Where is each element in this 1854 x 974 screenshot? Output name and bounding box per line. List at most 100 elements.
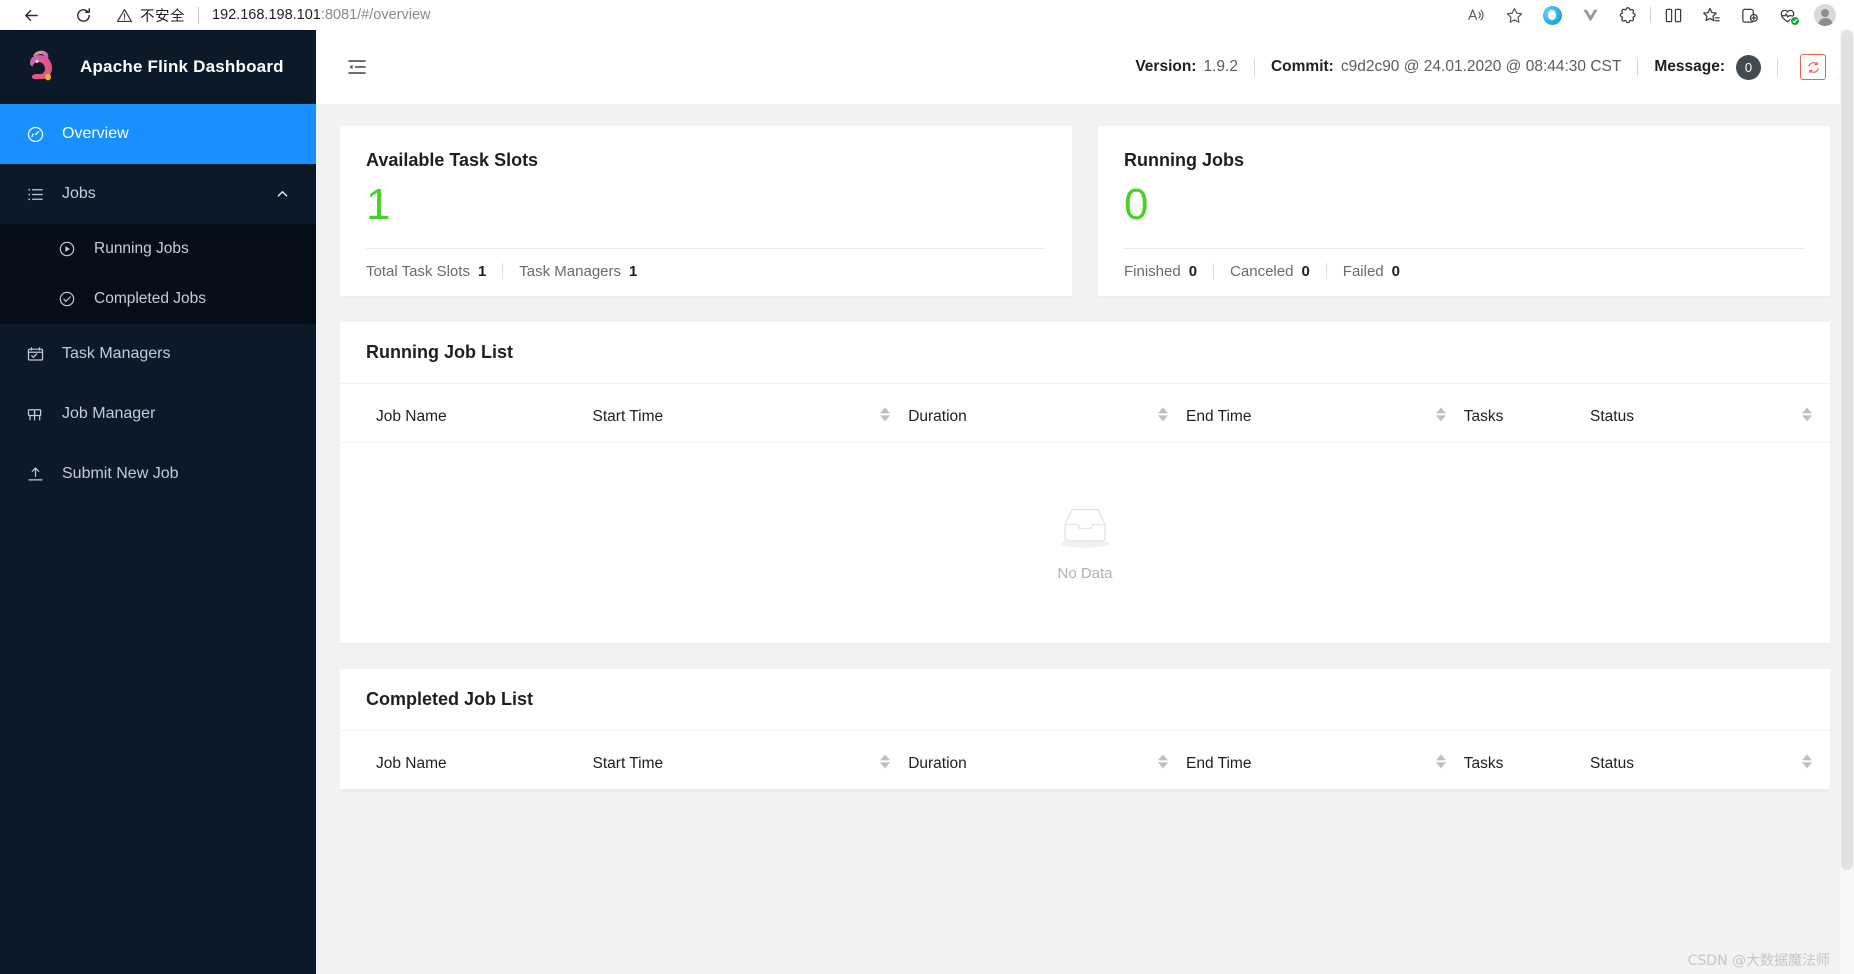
copilot-icon[interactable] xyxy=(1533,0,1571,30)
column-header-end-time[interactable]: End Time xyxy=(1186,731,1464,790)
refresh-button[interactable] xyxy=(1800,54,1826,80)
reload-button[interactable] xyxy=(66,0,100,30)
column-header-job-name[interactable]: Job Name xyxy=(340,731,593,790)
message-count-badge[interactable]: 0 xyxy=(1736,55,1761,80)
footer-value: 1 xyxy=(478,263,486,280)
table-header-row: Job Name Start Time Duration End Time xyxy=(340,731,1830,790)
essentials-status-dot xyxy=(1790,16,1800,26)
sidebar-item-label: Job Manager xyxy=(62,405,155,423)
empty-box-icon xyxy=(1052,504,1118,555)
watermark: CSDN @大数据魔法师 xyxy=(1688,950,1830,970)
browser-toolbar: 不安全 192.168.198.101:8081/#/overview xyxy=(0,0,1854,30)
footer-label: Canceled xyxy=(1230,263,1293,280)
extensions-icon[interactable] xyxy=(1609,0,1647,30)
favorite-star-icon[interactable] xyxy=(1495,0,1533,30)
page-scrollbar-track[interactable] xyxy=(1840,30,1854,974)
browser-actions xyxy=(1457,0,1854,30)
sidebar-item-label: Task Managers xyxy=(62,345,171,363)
browser-essentials-icon[interactable] xyxy=(1768,0,1806,30)
sidebar-item-task-managers[interactable]: Task Managers xyxy=(0,324,316,384)
column-header-duration[interactable]: Duration xyxy=(908,384,1186,443)
completed-job-list-card: Completed Job List Job Name Start Time xyxy=(340,669,1830,790)
vue-devtools-icon[interactable] xyxy=(1571,0,1609,30)
chevron-up-icon[interactable] xyxy=(275,187,290,202)
sort-toggle-icon[interactable] xyxy=(1802,407,1812,421)
running-jobs-table: Job Name Start Time Duration End Time xyxy=(340,384,1830,443)
column-label: Status xyxy=(1590,408,1634,425)
dashboard-icon xyxy=(24,125,46,144)
column-header-start-time[interactable]: Start Time xyxy=(593,731,909,790)
url-text: 192.168.198.101:8081/#/overview xyxy=(212,7,430,23)
table-header-row: Job Name Start Time Duration End Time xyxy=(340,384,1830,443)
topbar-divider xyxy=(1777,58,1778,76)
address-bar[interactable]: 不安全 192.168.198.101:8081/#/overview xyxy=(102,0,1434,30)
sidebar-item-running-jobs[interactable]: Running Jobs xyxy=(0,224,316,274)
sidebar-item-completed-jobs[interactable]: Completed Jobs xyxy=(0,274,316,324)
stats-row: Available Task Slots 1 Total Task Slots … xyxy=(340,126,1830,296)
footer-label: Total Task Slots xyxy=(366,263,470,280)
page-scroll-area[interactable]: Available Task Slots 1 Total Task Slots … xyxy=(316,104,1854,974)
flink-squirrel-logo-icon xyxy=(24,47,66,87)
split-screen-icon[interactable] xyxy=(1654,0,1692,30)
message-label: Message: xyxy=(1654,58,1725,76)
card-title: Available Task Slots xyxy=(366,150,1046,171)
column-label: End Time xyxy=(1186,755,1251,772)
footer-divider xyxy=(502,263,503,279)
column-header-tasks[interactable]: Tasks xyxy=(1464,731,1590,790)
sort-toggle-icon[interactable] xyxy=(1436,407,1446,421)
column-label: Duration xyxy=(908,408,967,425)
omnibox-divider xyxy=(198,7,199,24)
column-header-end-time[interactable]: End Time xyxy=(1186,384,1464,443)
sidebar-item-jobs[interactable]: Jobs xyxy=(0,164,316,224)
toolbar-divider xyxy=(1650,7,1651,23)
empty-state: No Data xyxy=(340,443,1830,643)
sidebar-item-label: Submit New Job xyxy=(62,465,179,483)
content-area: Version: 1.9.2 Commit: c9d2c90 @ 24.01.2… xyxy=(316,30,1854,974)
task-manager-icon xyxy=(24,345,46,364)
sort-toggle-icon[interactable] xyxy=(1158,407,1168,421)
sort-toggle-icon[interactable] xyxy=(1158,754,1168,768)
column-header-tasks[interactable]: Tasks xyxy=(1464,384,1590,443)
card-title: Running Job List xyxy=(340,322,1830,384)
sort-toggle-icon[interactable] xyxy=(880,407,890,421)
add-to-browser-icon[interactable] xyxy=(1730,0,1768,30)
sort-toggle-icon[interactable] xyxy=(1802,754,1812,768)
brand-header[interactable]: Apache Flink Dashboard xyxy=(0,30,316,104)
footer-value: 0 xyxy=(1392,263,1400,280)
available-task-slots-card: Available Task Slots 1 Total Task Slots … xyxy=(340,126,1072,296)
brand-title: Apache Flink Dashboard xyxy=(80,57,284,77)
collections-icon[interactable] xyxy=(1692,0,1730,30)
topbar: Version: 1.9.2 Commit: c9d2c90 @ 24.01.2… xyxy=(316,30,1854,104)
column-label: Start Time xyxy=(593,408,664,425)
column-header-status[interactable]: Status xyxy=(1590,731,1830,790)
menu-fold-icon[interactable] xyxy=(340,50,374,84)
sidebar-item-job-manager[interactable]: Job Manager xyxy=(0,384,316,444)
sidebar-item-submit-new-job[interactable]: Submit New Job xyxy=(0,444,316,504)
stat-value: 0 xyxy=(1124,179,1804,232)
url-path: :8081/#/overview xyxy=(321,7,431,23)
running-jobs-card: Running Jobs 0 Finished 0 Canceled 0 Fai… xyxy=(1098,126,1830,296)
profile-avatar-icon[interactable] xyxy=(1806,0,1844,30)
column-header-start-time[interactable]: Start Time xyxy=(593,384,909,443)
sidebar-item-overview[interactable]: Overview xyxy=(0,104,316,164)
job-manager-icon xyxy=(24,405,46,424)
back-button[interactable] xyxy=(14,0,48,30)
list-icon xyxy=(24,185,46,204)
sidebar-item-label: Jobs xyxy=(62,185,96,203)
card-title: Completed Job List xyxy=(340,669,1830,731)
topbar-divider xyxy=(1254,58,1255,76)
column-header-duration[interactable]: Duration xyxy=(908,731,1186,790)
footer-label: Failed xyxy=(1343,263,1384,280)
sort-toggle-icon[interactable] xyxy=(880,754,890,768)
column-header-job-name[interactable]: Job Name xyxy=(340,384,593,443)
not-secure-warning-icon[interactable] xyxy=(116,7,133,24)
stat-value: 1 xyxy=(366,179,1046,232)
column-header-status[interactable]: Status xyxy=(1590,384,1830,443)
read-aloud-icon[interactable] xyxy=(1457,0,1495,30)
page-scrollbar-thumb[interactable] xyxy=(1841,30,1853,870)
sidebar-item-label: Running Jobs xyxy=(94,240,189,258)
sort-toggle-icon[interactable] xyxy=(1436,754,1446,768)
footer-label: Finished xyxy=(1124,263,1181,280)
footer-value: 0 xyxy=(1189,263,1197,280)
upload-icon xyxy=(24,465,46,484)
